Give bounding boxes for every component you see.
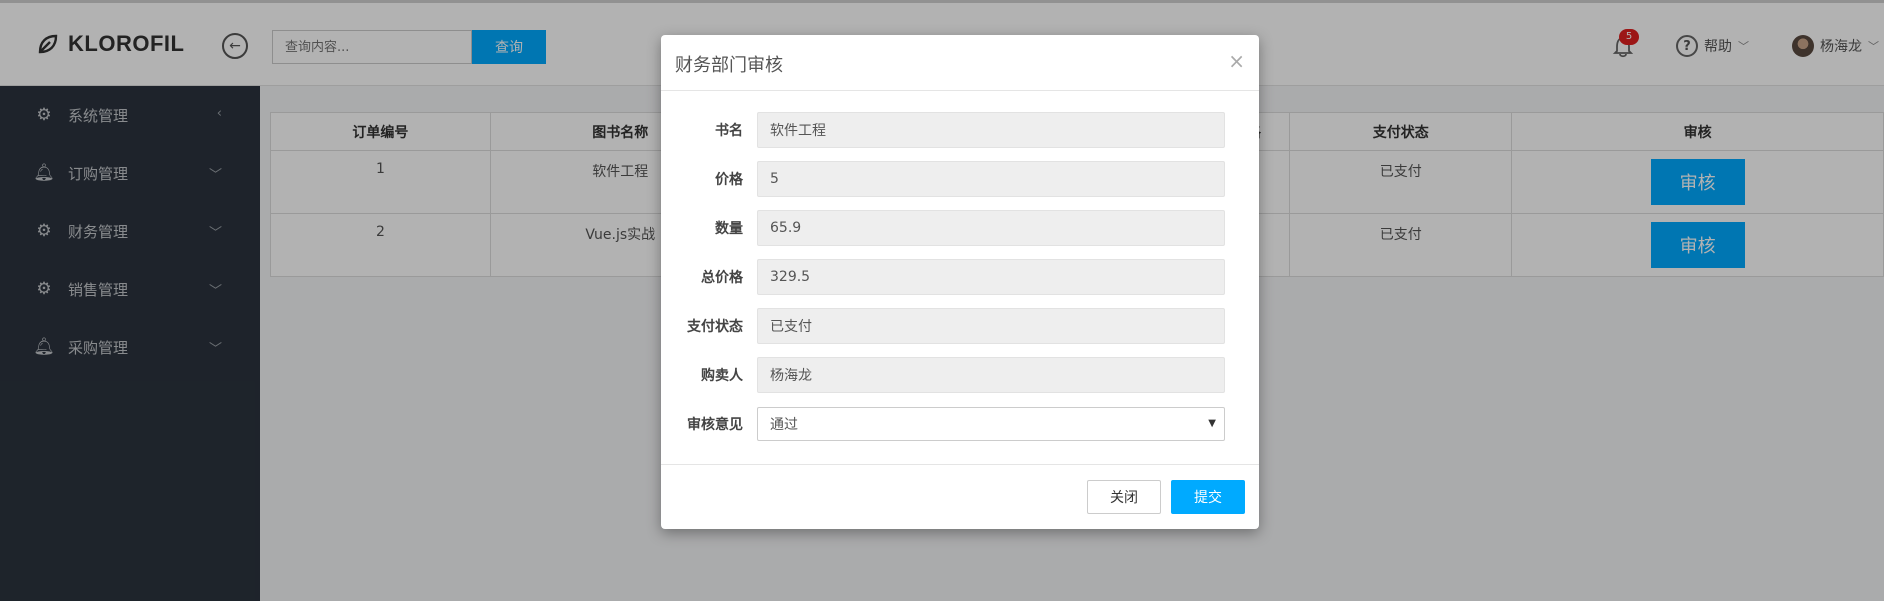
buyer-field: 杨海龙 xyxy=(757,356,1225,393)
field-value: 软件工程 xyxy=(770,122,826,139)
field-label: 价格 xyxy=(715,171,743,188)
field-label: 总价格 xyxy=(701,269,743,286)
form-row-opinion: 审核意见 通过 ▼ xyxy=(675,399,1245,448)
form-row-book-name: 书名 软件工程 xyxy=(675,105,1245,154)
field-value: 65.9 xyxy=(770,219,802,236)
form-row-quantity: 数量 65.9 xyxy=(675,203,1245,252)
field-label: 书名 xyxy=(715,122,743,139)
opinion-select[interactable]: 通过 ▼ xyxy=(757,406,1225,441)
field-label: 审核意见 xyxy=(687,416,743,433)
quantity-field: 65.9 xyxy=(757,209,1225,246)
field-value: 已支付 xyxy=(770,318,812,335)
payment-status-field: 已支付 xyxy=(757,307,1225,344)
caret-down-icon: ▼ xyxy=(1208,417,1216,429)
total-price-field: 329.5 xyxy=(757,258,1225,295)
field-label: 购卖人 xyxy=(701,367,743,384)
form-row-total-price: 总价格 329.5 xyxy=(675,252,1245,301)
modal-title: 财务部门审核 xyxy=(675,55,783,76)
field-value: 329.5 xyxy=(770,268,811,285)
field-value: 5 xyxy=(770,170,779,187)
modal-body: 书名 软件工程 价格 5 数量 65.9 总价格 329.5 支付状态 已支付 … xyxy=(661,91,1259,448)
form-row-price: 价格 5 xyxy=(675,154,1245,203)
form-row-buyer: 购卖人 杨海龙 xyxy=(675,350,1245,399)
book-name-field: 软件工程 xyxy=(757,111,1225,148)
price-field: 5 xyxy=(757,160,1225,197)
modal-header: 财务部门审核 × xyxy=(661,35,1259,91)
field-label: 数量 xyxy=(715,220,743,237)
close-button[interactable]: 关闭 xyxy=(1087,480,1161,514)
finance-audit-modal: 财务部门审核 × 书名 软件工程 价格 5 数量 65.9 总价格 329.5 … xyxy=(661,35,1259,529)
submit-button[interactable]: 提交 xyxy=(1171,480,1245,514)
field-label: 支付状态 xyxy=(687,318,743,335)
field-value: 杨海龙 xyxy=(770,367,812,384)
close-icon[interactable]: × xyxy=(1228,49,1245,73)
modal-footer: 关闭 提交 xyxy=(661,464,1259,529)
form-row-payment-status: 支付状态 已支付 xyxy=(675,301,1245,350)
opinion-selected-value: 通过 xyxy=(770,416,798,433)
